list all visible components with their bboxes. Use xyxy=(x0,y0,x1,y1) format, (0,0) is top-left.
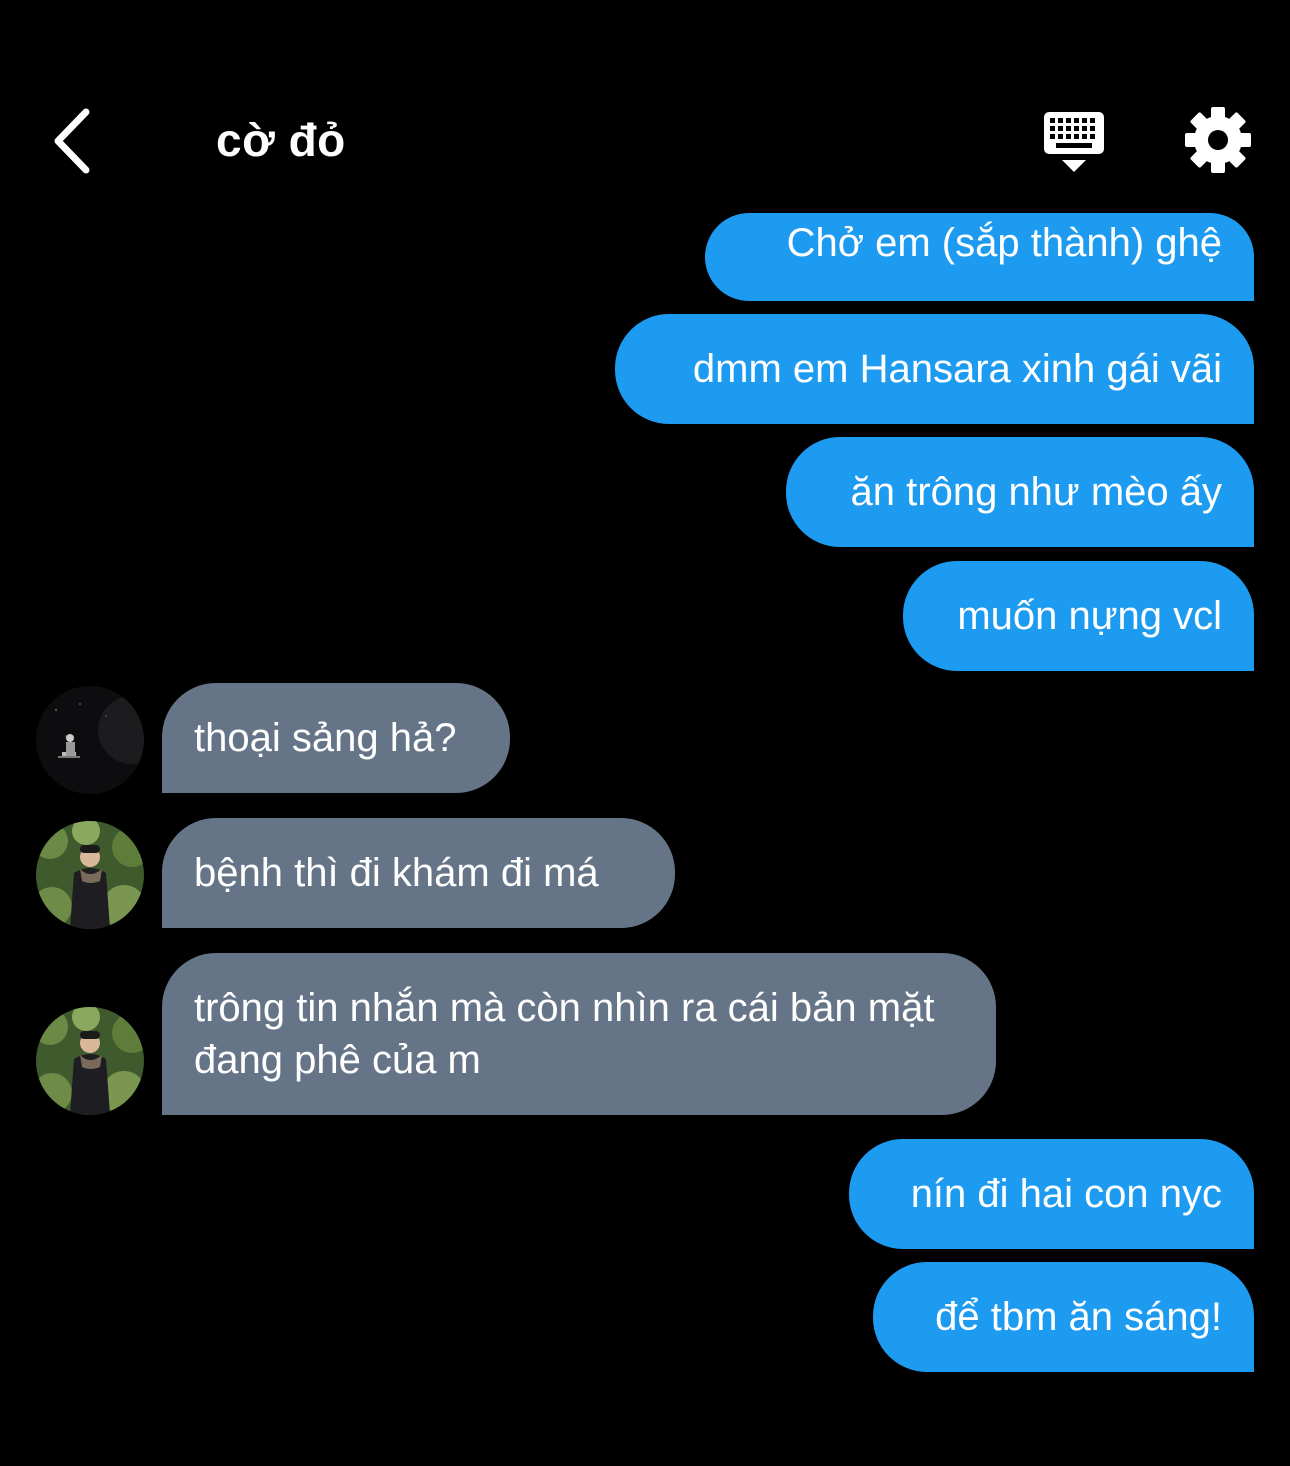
message-bubble-outgoing[interactable]: dmm em Hansara xinh gái vãi xyxy=(615,314,1254,424)
message-bubble-outgoing[interactable]: ăn trông như mèo ấy xyxy=(786,437,1254,547)
chevron-left-icon xyxy=(54,108,90,174)
message-bubble-outgoing[interactable]: nín đi hai con nyc xyxy=(849,1139,1254,1249)
settings-button[interactable] xyxy=(1182,104,1254,176)
message-text: ăn trông như mèo ấy xyxy=(850,470,1222,514)
gear-icon xyxy=(1185,107,1251,173)
keyboard-icon xyxy=(1044,112,1104,172)
keyboard-button[interactable] xyxy=(1036,104,1112,178)
avatar-garden-image xyxy=(36,1007,144,1115)
message-text: nín đi hai con nyc xyxy=(910,1172,1222,1216)
message-text: dmm em Hansara xinh gái vãi xyxy=(692,347,1222,391)
message-text: thoại sảng hả? xyxy=(194,716,457,760)
message-bubble-incoming[interactable]: thoại sảng hả? xyxy=(162,683,510,793)
message-bubble-outgoing[interactable]: để tbm ăn sáng! xyxy=(873,1262,1254,1372)
message-bubble-outgoing[interactable]: Chở em (sắp thành) ghệ xyxy=(705,213,1254,301)
message-bubble-incoming[interactable]: trông tin nhắn mà còn nhìn ra cái bản mặ… xyxy=(162,953,996,1115)
message-text: Chở em (sắp thành) ghệ xyxy=(786,221,1222,265)
message-text: trông tin nhắn mà còn nhìn ra cái bản mặ… xyxy=(194,986,935,1082)
avatar-dark-stage-image xyxy=(36,686,144,794)
back-button[interactable] xyxy=(36,96,106,186)
chat-header: cờ đỏ xyxy=(0,0,1290,225)
message-text: để tbm ăn sáng! xyxy=(935,1295,1222,1339)
message-bubble-outgoing[interactable]: muốn nựng vcl xyxy=(903,561,1254,671)
avatar[interactable] xyxy=(36,686,144,794)
avatar-garden-image xyxy=(36,821,144,929)
chat-title[interactable]: cờ đỏ xyxy=(216,108,346,172)
message-thread[interactable]: Chở em (sắp thành) ghệ dmm em Hansara xi… xyxy=(0,213,1290,1466)
avatar[interactable] xyxy=(36,1007,144,1115)
message-bubble-incoming[interactable]: bệnh thì đi khám đi má xyxy=(162,818,675,928)
avatar[interactable] xyxy=(36,821,144,929)
message-text: bệnh thì đi khám đi má xyxy=(194,851,599,895)
message-text: muốn nựng vcl xyxy=(957,594,1222,638)
